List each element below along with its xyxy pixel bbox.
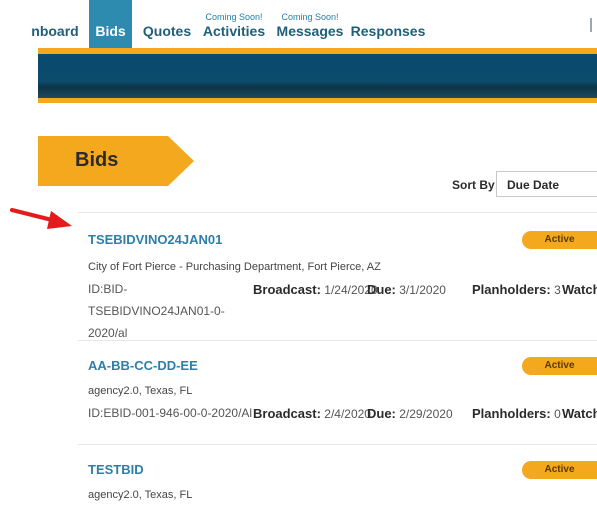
bid-due: Due: 3/1/2020: [367, 282, 446, 297]
nav-tab-label: nboard: [31, 23, 79, 39]
page-heading-ribbon: Bids: [38, 136, 194, 186]
page-banner: [38, 54, 597, 98]
bid-list-item: AA-BB-CC-DD-EE Active agency2.0, Texas, …: [88, 357, 597, 438]
bid-id-label: ID:: [88, 406, 104, 420]
nav-soon-label: Coming Soon!: [281, 12, 339, 22]
page-title: Bids: [75, 149, 119, 171]
bid-watch[interactable]: Watch: [562, 282, 597, 297]
list-divider: [78, 212, 597, 213]
due-label: Due:: [367, 406, 396, 421]
due-date: 2/29/2020: [399, 407, 453, 421]
bid-title-link[interactable]: TSEBIDVINO24JAN01: [88, 232, 222, 247]
broadcast-date: 2/4/2020: [324, 407, 371, 421]
planholders-count: 3: [554, 283, 561, 297]
status-badge: Active: [522, 357, 597, 375]
bid-title-link[interactable]: AA-BB-CC-DD-EE: [88, 358, 198, 373]
nav-tab-label: Activities: [202, 23, 266, 39]
red-arrow-annotation-icon: [10, 208, 72, 229]
bid-agency: agency2.0, Texas, FL: [88, 385, 193, 397]
nav-tab-activities[interactable]: Coming Soon! Activities: [203, 0, 265, 48]
nav-tab-label: Bids: [95, 23, 126, 39]
sort-by-label: Sort By: [452, 178, 495, 192]
nav-tab-responses[interactable]: Responses: [351, 0, 426, 48]
status-badge: Active: [522, 231, 597, 249]
broadcast-label: Broadcast:: [253, 406, 321, 421]
bid-id-value: EBID-001-946-00-0-2020/Al: [103, 406, 253, 420]
planholders-label: Planholders:: [472, 282, 551, 297]
bid-id-label: ID:: [88, 282, 104, 296]
bid-id: ID:EBID-001-946-00-0-2020/Al: [88, 402, 258, 424]
bid-broadcast: Broadcast: 2/4/2020: [253, 406, 371, 421]
status-badge: Active: [522, 461, 597, 479]
bid-id: ID:BID-TSEBIDVINO24JAN01-0-2020/al: [88, 278, 248, 344]
bid-due: Due: 2/29/2020: [367, 406, 453, 421]
bid-planholders: Planholders: 3: [472, 282, 561, 297]
banner-accent-bottom: [38, 98, 597, 103]
bid-broadcast: Broadcast: 1/24/2020: [253, 282, 378, 297]
bid-list-item: TSEBIDVINO24JAN01 Active City of Fort Pi…: [88, 231, 597, 340]
nav-tab-label: Responses: [350, 23, 426, 39]
nav-tab-quotes[interactable]: Quotes: [141, 0, 193, 48]
due-label: Due:: [367, 282, 396, 297]
nav-tab-bids[interactable]: Bids: [89, 0, 132, 48]
nav-tab-dashboard[interactable]: nboard: [31, 0, 79, 48]
bid-title-link[interactable]: TESTBID: [88, 462, 144, 477]
top-navigation: nboard Bids Quotes Coming Soon! Activiti…: [0, 0, 597, 48]
list-divider: [78, 444, 597, 445]
sort-select[interactable]: Due Date: [496, 171, 597, 197]
broadcast-label: Broadcast:: [253, 282, 321, 297]
nav-tab-label: Quotes: [142, 23, 192, 39]
nav-overflow-edge: [590, 18, 592, 32]
bid-agency: agency2.0, Texas, FL: [88, 489, 193, 501]
nav-tab-label: Messages: [276, 23, 344, 39]
nav-tab-messages[interactable]: Coming Soon! Messages: [276, 0, 344, 48]
due-date: 3/1/2020: [399, 283, 446, 297]
nav-soon-label: Coming Soon!: [205, 12, 263, 22]
planholders-label: Planholders:: [472, 406, 551, 421]
planholders-count: 0: [554, 407, 561, 421]
bid-planholders: Planholders: 0: [472, 406, 561, 421]
watch-label: Watch: [562, 282, 597, 297]
bid-id-value: BID-TSEBIDVINO24JAN01-0-2020/al: [88, 282, 225, 340]
bid-agency: City of Fort Pierce - Purchasing Departm…: [88, 261, 381, 273]
bid-watch[interactable]: Watch: [562, 406, 597, 421]
watch-label: Watch: [562, 406, 597, 421]
bid-list-item: TESTBID Active agency2.0, Texas, FL: [88, 461, 597, 507]
